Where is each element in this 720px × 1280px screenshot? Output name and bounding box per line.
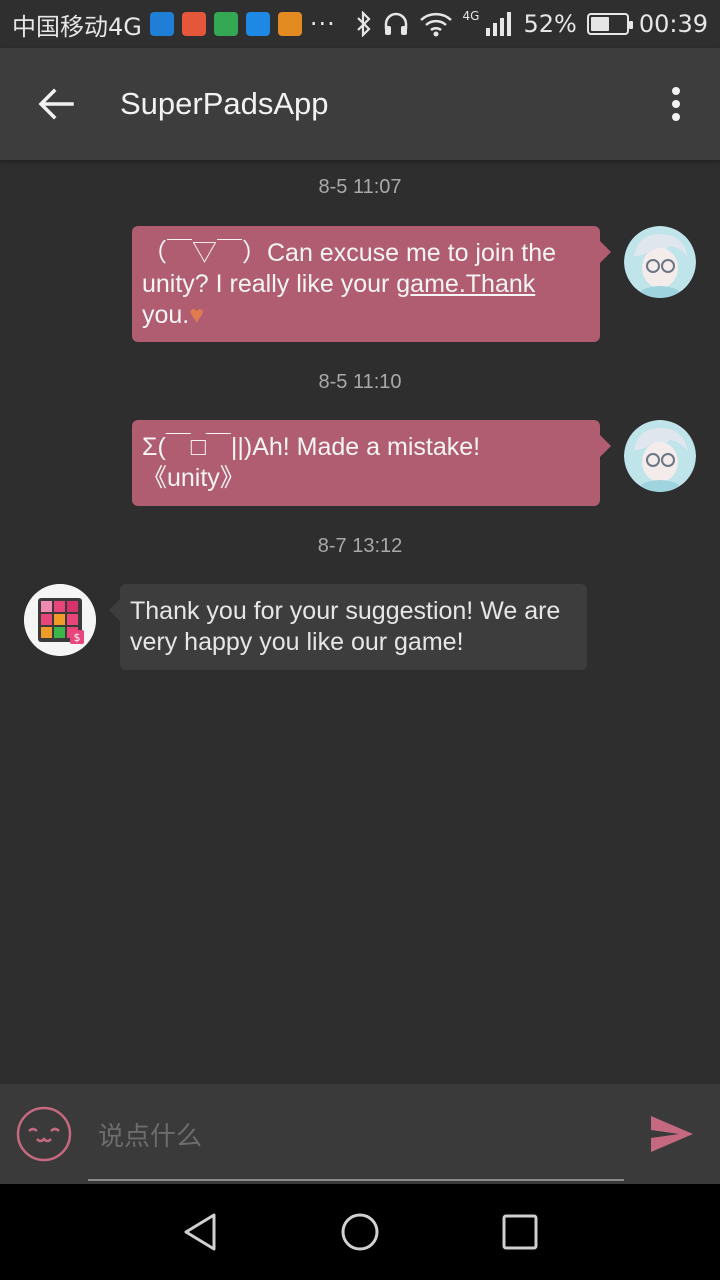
message-text: unity? I really like your bbox=[142, 270, 397, 298]
headphones-icon bbox=[383, 11, 409, 37]
message-list[interactable]: 8-5 11:07 （￣▽￣）Can excuse me to join the… bbox=[0, 160, 720, 1084]
emoji-button[interactable] bbox=[0, 1084, 88, 1184]
status-bar: 中国移动4G ··· 4G 52% 00:39 bbox=[0, 0, 720, 48]
app-bar: SuperPadsApp bbox=[0, 48, 720, 160]
message-text-line: Σ(￣□￣||)Ah! Made a mistake! bbox=[142, 433, 481, 461]
battery-percent: 52% bbox=[523, 10, 577, 38]
video-app-icon bbox=[245, 12, 270, 36]
message-input-wrapper bbox=[88, 1095, 624, 1181]
signal-icon bbox=[485, 11, 513, 37]
user-avatar[interactable] bbox=[624, 226, 696, 298]
outgoing-message-bubble[interactable]: （￣▽￣）Can excuse me to join the unity? I … bbox=[132, 226, 611, 342]
triangle-back-icon bbox=[184, 1213, 216, 1251]
send-button[interactable] bbox=[624, 1084, 720, 1184]
wifi-icon bbox=[419, 11, 453, 37]
network-type-label: 4G bbox=[462, 9, 480, 23]
message-timestamp: 8-5 11:10 bbox=[318, 371, 402, 393]
chat-app-icon bbox=[149, 12, 174, 36]
circle-home-icon bbox=[341, 1213, 379, 1251]
nav-recents-button[interactable] bbox=[480, 1192, 560, 1272]
more-vert-icon bbox=[672, 87, 680, 121]
grid-app-icon bbox=[213, 12, 238, 36]
app-avatar[interactable]: $ bbox=[24, 584, 96, 656]
nav-back-button[interactable] bbox=[160, 1192, 240, 1272]
chat-screen: 中国移动4G ··· 4G 52% 00:39 SuperPadsApp 8-5… bbox=[0, 0, 720, 1280]
incoming-message-bubble[interactable]: Thank you for your suggestion! We are ve… bbox=[109, 584, 587, 670]
user-avatar[interactable] bbox=[624, 420, 696, 492]
media-app-icon bbox=[277, 12, 302, 36]
heart-emoji-icon: ♥ bbox=[189, 301, 205, 329]
arrow-left-icon bbox=[38, 88, 74, 120]
message-text-line: Thank you for your suggestion! We are bbox=[130, 597, 561, 625]
message-text-line: 《unity》 bbox=[142, 464, 245, 492]
nav-home-button[interactable] bbox=[320, 1192, 400, 1272]
message-text-line: you.♥ bbox=[142, 300, 586, 331]
system-navigation-bar bbox=[0, 1184, 720, 1280]
clock: 00:39 bbox=[638, 10, 708, 38]
message-text-line: very happy you like our game! bbox=[130, 628, 464, 656]
carrier-label: 中国移动4G bbox=[12, 12, 142, 41]
send-icon bbox=[651, 1116, 693, 1152]
page-title: SuperPadsApp bbox=[120, 86, 329, 121]
message-timestamp: 8-7 13:12 bbox=[317, 535, 403, 557]
svg-text:$: $ bbox=[74, 631, 81, 644]
notification-icons bbox=[149, 12, 302, 36]
weibo-app-icon bbox=[181, 12, 206, 36]
message-text-line: （￣▽￣）Can excuse me to join the bbox=[142, 239, 557, 267]
more-notifications-indicator: ··· bbox=[309, 10, 336, 38]
message-input[interactable] bbox=[88, 1122, 624, 1152]
smiley-face-icon bbox=[16, 1106, 72, 1162]
battery-icon bbox=[586, 13, 633, 35]
compose-bar bbox=[0, 1084, 720, 1184]
bluetooth-icon bbox=[355, 11, 373, 37]
back-button[interactable] bbox=[0, 48, 112, 160]
overflow-menu-button[interactable] bbox=[632, 48, 720, 160]
outgoing-message-bubble[interactable]: Σ(￣□￣||)Ah! Made a mistake! 《unity》 bbox=[132, 420, 611, 506]
message-text-line: unity? I really like your game.Thank bbox=[142, 269, 586, 300]
status-right: 4G 52% 00:39 bbox=[355, 9, 708, 38]
message-link[interactable]: game.Thank bbox=[396, 270, 535, 298]
message-text: you. bbox=[142, 301, 190, 329]
square-recents-icon bbox=[502, 1214, 538, 1250]
message-timestamp: 8-5 11:07 bbox=[318, 176, 402, 198]
